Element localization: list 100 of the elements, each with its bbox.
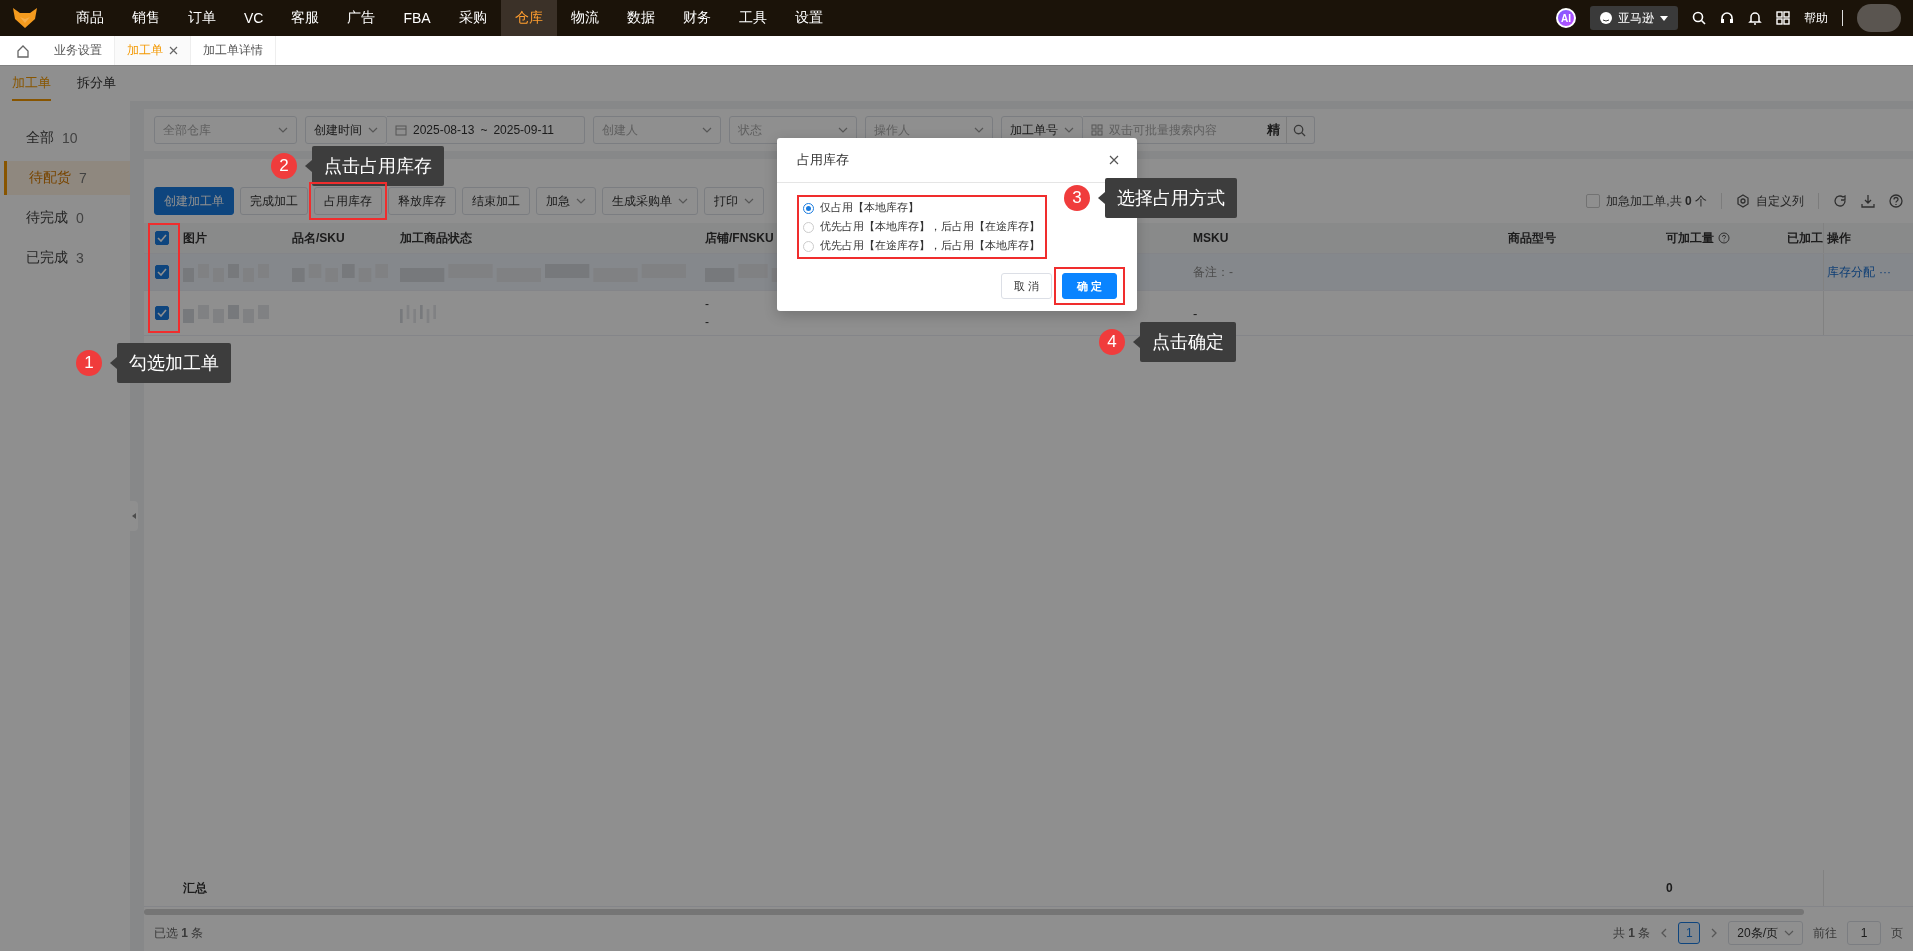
headset-icon[interactable]	[1720, 11, 1734, 25]
checkbox[interactable]	[155, 231, 169, 245]
store-selector[interactable]: 亚马逊	[1590, 6, 1678, 30]
status-filter-item[interactable]: 已完成 3	[4, 241, 130, 275]
filter-select[interactable]: 创建时间	[305, 116, 387, 144]
caret-icon	[974, 127, 984, 133]
status-filter-item[interactable]: 待配货 7	[4, 161, 130, 195]
toolbar-button[interactable]: 生成采购单	[602, 187, 698, 215]
toolbar-button[interactable]: 结束加工	[462, 187, 530, 215]
column-header: 可加工量	[1666, 229, 1714, 247]
pointer-icon	[305, 160, 312, 172]
status-filter-item[interactable]: 待完成 0	[4, 201, 130, 235]
nav-item[interactable]: 设置	[780, 0, 837, 36]
checkbox[interactable]	[155, 306, 169, 320]
apps-grid-icon[interactable]	[1776, 11, 1790, 25]
caret-icon	[838, 127, 848, 133]
search-icon[interactable]	[1692, 11, 1706, 25]
collapse-handle[interactable]	[130, 501, 138, 531]
nav-item[interactable]: 工具	[724, 0, 781, 36]
toolbar-button[interactable]: 释放库存	[388, 187, 456, 215]
caret-icon	[678, 198, 688, 204]
previous-page-icon[interactable]	[1660, 928, 1669, 938]
nav-item[interactable]: 客服	[277, 0, 334, 36]
page-tab[interactable]: 加工单详情	[191, 36, 276, 65]
fnsku-text: -	[705, 315, 709, 329]
next-page-icon[interactable]	[1710, 928, 1719, 938]
summary-label: 汇总	[183, 879, 207, 897]
home-icon[interactable]	[16, 43, 30, 58]
toolbar-button[interactable]: 占用库存	[314, 187, 382, 215]
cancel-button[interactable]: 取 消	[1000, 273, 1052, 299]
toolbar-button[interactable]: 创建加工单	[154, 187, 234, 215]
status-filter-item[interactable]: 全部 10	[4, 121, 130, 155]
pointer-icon	[1098, 192, 1105, 204]
step-label: 点击确定	[1133, 322, 1236, 362]
store-icon	[1600, 12, 1612, 24]
nav-item[interactable]: 订单	[174, 0, 230, 36]
custom-columns-link[interactable]: 自定义列	[1756, 192, 1804, 210]
column-header: 品名/SKU	[292, 229, 345, 247]
help-icon[interactable]	[1718, 232, 1730, 244]
column-header: 加工商品状态	[400, 229, 472, 247]
caret-icon	[1784, 930, 1794, 936]
dialog-title: 占用库存	[797, 151, 849, 169]
help-icon[interactable]	[1889, 194, 1903, 208]
caret-icon	[368, 127, 378, 133]
goto-page-field[interactable]: 1	[1847, 921, 1881, 945]
bell-icon[interactable]	[1748, 11, 1762, 25]
column-header: 图片	[183, 229, 207, 247]
fox-logo-icon	[12, 7, 38, 29]
toolbar-button[interactable]: 完成加工	[240, 187, 308, 215]
sub-tab[interactable]: 拆分单	[77, 66, 116, 101]
pointer-icon	[110, 357, 117, 369]
nav-item[interactable]: 仓库	[500, 0, 557, 36]
fnsku-text: -	[705, 297, 709, 311]
confirm-button[interactable]: 确 定	[1061, 273, 1117, 299]
toolbar-button[interactable]: 打印	[704, 187, 764, 215]
column-header: 操作	[1827, 229, 1851, 247]
urgent-filter-label: 加急加工单,共 0 个	[1606, 192, 1707, 210]
checkbox[interactable]	[155, 265, 169, 279]
step-label: 勾选加工单	[110, 343, 231, 383]
caret-icon	[702, 127, 712, 133]
horizontal-scrollbar[interactable]	[144, 909, 1804, 915]
caret-icon	[744, 198, 754, 204]
nav-item[interactable]: 数据	[612, 0, 669, 36]
more-actions-button[interactable]: ···	[1879, 265, 1891, 279]
refresh-icon[interactable]	[1833, 194, 1847, 208]
column-header: 已加工	[1787, 229, 1823, 247]
column-header: MSKU	[1193, 231, 1229, 245]
step-number: 2	[271, 153, 297, 179]
summary-value: 0	[1666, 881, 1673, 895]
date-range-field[interactable]: 2025-08-13 ~ 2025-09-11	[387, 116, 585, 144]
caret-icon	[1064, 127, 1074, 133]
toolbar-button[interactable]: 加急	[536, 187, 596, 215]
caret-icon	[576, 198, 586, 204]
nav-item[interactable]: VC	[230, 0, 278, 36]
nav-item[interactable]: 物流	[556, 0, 613, 36]
close-icon[interactable]	[169, 46, 178, 55]
nav-item[interactable]: 采购	[444, 0, 501, 36]
stock-allocation-link[interactable]: 库存分配	[1827, 263, 1875, 281]
caret-icon	[1660, 15, 1668, 21]
nav-item[interactable]: 财务	[668, 0, 725, 36]
avatar[interactable]	[1857, 4, 1901, 32]
checkbox[interactable]	[1586, 194, 1601, 208]
goto-label: 前往	[1813, 924, 1837, 942]
settings-icon[interactable]	[1736, 194, 1750, 208]
ai-badge[interactable]: AI	[1556, 8, 1576, 28]
step-label: 点击占用库存	[305, 146, 444, 186]
nav-item[interactable]: 销售	[118, 0, 174, 36]
nav-item[interactable]: 广告	[333, 0, 390, 36]
page-size-select[interactable]: 20条/页	[1728, 921, 1803, 945]
nav-item[interactable]: 商品	[62, 0, 118, 36]
nav-item[interactable]: FBA	[389, 0, 445, 36]
caret-icon	[278, 127, 288, 133]
pointer-icon	[1133, 336, 1140, 348]
close-icon[interactable]	[1109, 155, 1119, 165]
download-icon[interactable]	[1861, 194, 1875, 208]
column-header: 店铺/FNSKU	[705, 229, 774, 247]
help-link[interactable]: 帮助	[1804, 9, 1828, 27]
grid-icon[interactable]	[1091, 124, 1103, 136]
column-header: 商品型号	[1508, 229, 1556, 247]
msku-text: -	[1193, 305, 1198, 321]
